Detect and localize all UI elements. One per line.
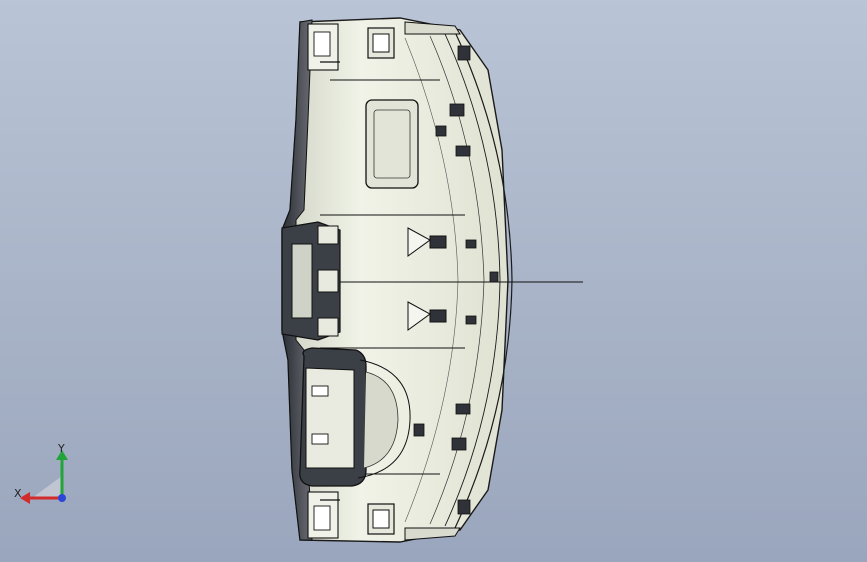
triad-plane-shadow	[32, 476, 62, 498]
axis-triad: X Y	[14, 442, 68, 504]
cad-graphics-viewport[interactable]: X Y	[0, 0, 867, 562]
x-axis-label: X	[14, 487, 22, 500]
center-vent-frame	[281, 221, 341, 341]
y-axis-label: Y	[57, 442, 65, 455]
bottom-left-bracket	[307, 491, 340, 539]
dashboard-part-model[interactable]	[0, 0, 867, 562]
top-left-bracket	[307, 23, 340, 71]
z-axis-dot-icon	[58, 494, 66, 502]
